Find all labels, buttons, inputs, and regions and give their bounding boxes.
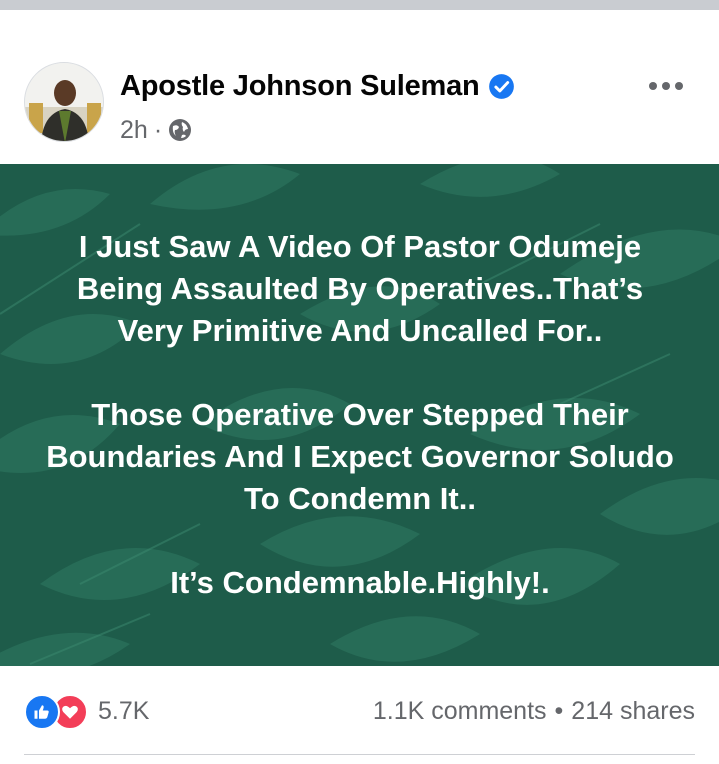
avatar[interactable] [24,62,104,142]
post-paragraph: Those Operative Over Stepped Their Bound… [46,397,674,516]
post-meta: 2h · [120,114,192,146]
post-paragraph: It’s Condemnable.Highly!. [170,565,550,600]
post-header: Apostle Johnson Suleman 2h · [0,10,719,164]
meta-separator: · [153,115,163,144]
post-background-card[interactable]: I Just Saw A Video Of Pastor Odumeje Bei… [0,164,719,666]
reaction-count: 5.7K [98,696,150,725]
footer-divider [24,754,695,755]
stats-separator: • [554,696,564,725]
post-timestamp[interactable]: 2h [120,116,148,145]
reaction-icons [24,694,90,730]
author-row: Apostle Johnson Suleman [120,66,515,106]
post-text: I Just Saw A Video Of Pastor Odumeje Bei… [40,226,680,604]
engagement-stats: 1.1K comments • 214 shares [373,694,695,728]
like-icon [24,694,60,730]
verified-badge-icon [488,73,515,100]
reactions-summary[interactable]: 5.7K [24,694,150,730]
top-separator-bar [0,0,719,10]
post-paragraph: I Just Saw A Video Of Pastor Odumeje Bei… [76,229,644,348]
comments-count[interactable]: 1.1K comments [373,697,547,726]
author-name[interactable]: Apostle Johnson Suleman [120,70,480,103]
more-icon [649,82,683,90]
shares-count[interactable]: 214 shares [571,697,695,726]
globe-icon[interactable] [168,118,192,142]
post-footer: 5.7K 1.1K comments • 214 shares [0,666,719,764]
more-options-button[interactable] [644,70,688,102]
